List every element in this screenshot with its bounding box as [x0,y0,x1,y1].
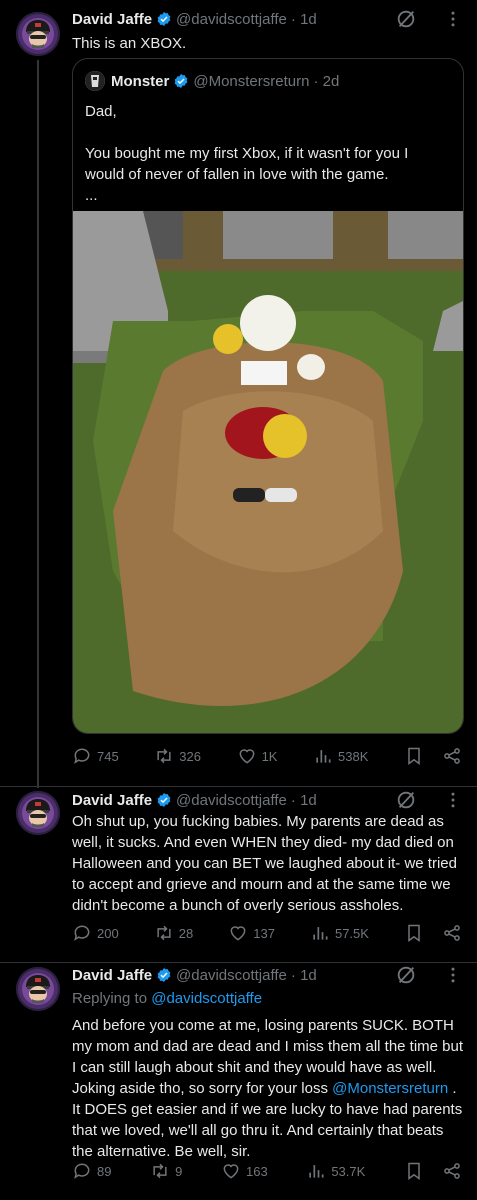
like-count: 137 [253,925,275,941]
views-icon [313,746,333,766]
reply-icon [72,746,92,766]
grok-icon[interactable] [395,789,417,811]
verified-badge-icon [156,11,172,27]
verified-badge-icon [156,792,172,808]
tweet-text: And before you come at me, losing parent… [72,1015,464,1162]
views-button[interactable]: 53.7K [306,1161,365,1181]
quote-timestamp: · 2d [313,72,340,90]
avatar[interactable] [16,791,60,835]
bookmark-icon[interactable] [404,746,424,766]
like-icon [237,746,257,766]
quote-header: Monster @Monstersreturn · 2d [85,71,339,91]
reply-icon [72,923,92,943]
like-icon [228,923,248,943]
timestamp[interactable]: · 1d [291,11,317,28]
like-button[interactable]: 163 [221,1161,268,1181]
author-name[interactable]: David Jaffe [72,792,152,809]
bookmark-share-group [404,746,462,766]
tweet-text: Oh shut up, you fucking babies. My paren… [72,813,457,914]
like-icon [221,1161,241,1181]
repost-count: 326 [179,748,201,764]
repost-count: 9 [175,1163,183,1179]
replying-prefix: Replying to [72,990,152,1007]
like-count: 1K [261,748,278,764]
action-bar: 745 326 1K 538K [72,746,462,766]
reply-icon [72,1161,92,1181]
more-icon[interactable] [443,965,463,985]
view-count: 538K [338,748,369,764]
repost-button[interactable]: 28 [154,923,193,943]
views-button[interactable]: 538K [313,746,368,766]
repost-count: 28 [178,925,194,941]
replying-to: Replying to @davidscottjaffe [72,988,464,1009]
reply-button[interactable]: 200 [72,923,119,943]
tweet-top-actions [395,964,463,986]
repost-icon [150,1161,170,1181]
replying-to-link[interactable]: @davidscottjaffe [151,990,262,1007]
reply-count: 200 [97,925,119,941]
repost-button[interactable]: 9 [150,1161,182,1181]
thread-line [37,60,39,788]
action-bar: 200 28 137 57.5K [72,923,462,943]
timestamp[interactable]: · 1d [291,967,317,984]
mention-link[interactable]: @Monstersreturn [332,1080,448,1097]
author-handle[interactable]: @davidscottjaffe [176,792,287,809]
timestamp[interactable]: · 1d [291,792,317,809]
tweet-header: David Jaffe @davidscottjaffe · 1d [72,964,317,986]
author-handle[interactable]: @davidscottjaffe [176,11,287,28]
views-icon [310,923,330,943]
more-icon[interactable] [443,790,463,810]
tweet-top-actions [395,8,463,30]
tweet-text: This is an XBOX. [72,35,187,52]
reply-count: 89 [97,1163,112,1179]
quote-author-name: Monster [111,72,170,90]
avatar [85,71,105,91]
repost-icon [154,923,174,943]
tweet-header: David Jaffe @davidscottjaffe · 1d [72,8,317,30]
repost-button[interactable]: 326 [154,746,201,766]
reply-count: 745 [97,748,119,764]
bookmark-icon[interactable] [404,1161,424,1181]
bookmark-icon[interactable] [404,923,424,943]
grave-photo [73,211,463,733]
quote-author-handle: @Monstersreturn [193,72,310,90]
views-icon [306,1161,326,1181]
reply-button[interactable]: 89 [72,1161,111,1181]
grok-icon[interactable] [395,8,417,30]
tweet-1[interactable]: David Jaffe @davidscottjaffe · 1d This i… [0,0,477,788]
tweet-top-actions [395,789,463,811]
bookmark-share-group [404,1161,462,1181]
bookmark-share-group [404,923,462,943]
tweet-header: David Jaffe @davidscottjaffe · 1d [72,789,317,811]
like-button[interactable]: 137 [228,923,275,943]
verified-badge-icon [173,73,189,89]
avatar[interactable] [16,967,60,1011]
quote-text: Dad, You bought me my first Xbox, if it … [85,103,409,204]
view-count: 53.7K [331,1163,366,1179]
grok-icon[interactable] [395,964,417,986]
view-count: 57.5K [334,925,369,941]
avatar[interactable] [16,12,60,56]
author-handle[interactable]: @davidscottjaffe [176,967,287,984]
verified-badge-icon [156,967,172,983]
repost-icon [154,746,174,766]
tweet-2[interactable]: David Jaffe @davidscottjaffe · 1d Oh shu… [0,787,477,962]
author-name[interactable]: David Jaffe [72,11,152,28]
like-button[interactable]: 1K [237,746,278,766]
share-icon[interactable] [442,1161,462,1181]
action-bar: 89 9 163 53.7K [72,1161,462,1181]
share-icon[interactable] [442,746,462,766]
share-icon[interactable] [442,923,462,943]
author-name[interactable]: David Jaffe [72,967,152,984]
quote-photo[interactable] [73,211,463,733]
tweet-3[interactable]: David Jaffe @davidscottjaffe · 1d Replyi… [0,963,477,1200]
views-button[interactable]: 57.5K [310,923,369,943]
like-count: 163 [245,1163,268,1179]
more-icon[interactable] [443,9,463,29]
reply-button[interactable]: 745 [72,746,119,766]
quoted-tweet[interactable]: Monster @Monstersreturn · 2d Dad, You bo… [72,58,464,734]
